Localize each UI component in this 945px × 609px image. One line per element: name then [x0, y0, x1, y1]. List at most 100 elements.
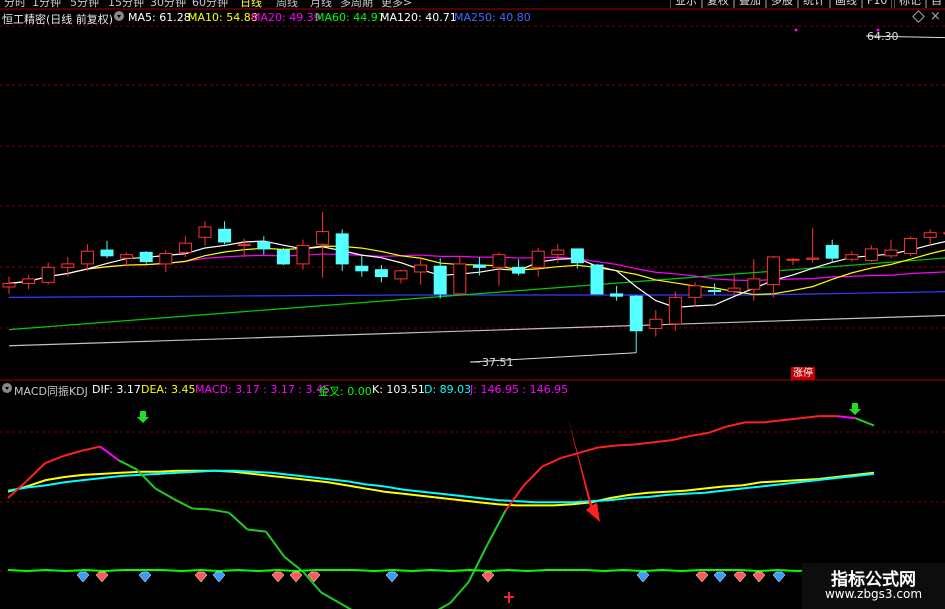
candle-body-10: [198, 226, 212, 238]
cross-marker-icon: [504, 592, 514, 603]
candle-body-21: [414, 264, 428, 273]
j-line-seg-6: [118, 459, 138, 471]
j-line-seg-30: [560, 451, 580, 460]
candle-body-13: [257, 241, 271, 250]
grid: [0, 8, 945, 572]
gem-icon-15: [772, 571, 786, 583]
j-line-seg-4: [81, 445, 101, 452]
candle-body-31: [610, 293, 624, 297]
candle-body-41: [806, 257, 820, 260]
j-line-seg-31: [578, 446, 598, 454]
candle-body-18: [355, 265, 369, 272]
high-price-label: 64.30: [867, 30, 899, 43]
candle-body-44: [864, 248, 878, 261]
candle-body-30: [590, 264, 604, 295]
gem-icon-0: [76, 571, 90, 583]
gem-icon-8: [385, 571, 399, 583]
gem-icon-2: [138, 571, 152, 583]
gem-icon-9: [481, 571, 495, 583]
j-line-seg-26: [486, 510, 507, 546]
candle-body-6: [120, 254, 134, 259]
candle-body-46: [904, 238, 918, 255]
j-line-seg-14: [265, 531, 286, 558]
watermark-url: www.zbgs3.com: [824, 587, 923, 601]
candles: [2, 28, 945, 363]
candle-body-34: [668, 296, 682, 325]
j-line-seg-39: [726, 421, 746, 428]
j-line-seg-17: [320, 591, 341, 604]
red-arrow-icon: [568, 418, 600, 522]
candle-body-40: [786, 258, 800, 261]
candle-body-32: [629, 295, 643, 332]
j-line-seg-1: [25, 462, 46, 482]
j-line-seg-13: [247, 528, 267, 533]
candle-body-33: [649, 318, 663, 329]
ma250-line: [8, 291, 945, 298]
candle-body-5: [100, 249, 114, 257]
j-line-seg-37: [689, 431, 709, 438]
low-price-label: 37.51: [482, 356, 514, 369]
candle-body-15: [296, 244, 310, 265]
candle-body-39: [766, 256, 780, 286]
gem-icon-13: [733, 571, 747, 583]
signal-markers: [76, 403, 861, 603]
candle-body-16: [316, 231, 330, 245]
gem-icon-5: [271, 571, 285, 583]
candle-body-28: [551, 249, 565, 256]
j-line-seg-35: [652, 439, 672, 444]
candle-body-14: [276, 249, 290, 265]
j-line-seg-2: [44, 455, 64, 465]
down-arrow-icon-1: [137, 411, 149, 423]
gem-icon-11: [695, 571, 709, 583]
j-line-seg-28: [523, 465, 544, 487]
candle-body-2: [41, 266, 55, 283]
ma-lines: [8, 240, 945, 347]
gem-icon-10: [636, 571, 650, 583]
j-line-seg-12: [228, 511, 249, 531]
limit-up-badge: 涨停: [791, 367, 815, 380]
candle-body-47: [923, 232, 937, 238]
ma10-line: [8, 245, 945, 296]
candle-body-26: [512, 266, 526, 274]
gem-icon-4: [212, 571, 226, 583]
candle-body-38: [747, 278, 761, 290]
candle-body-11: [218, 228, 232, 243]
j-line-seg-5: [99, 445, 120, 462]
j-line-seg-38: [707, 425, 727, 434]
j-line-seg-10: [192, 507, 211, 511]
candle-body-35: [688, 285, 702, 298]
j-line-seg-24: [449, 581, 470, 604]
candle-body-27: [531, 250, 545, 268]
j-line-seg-9: [173, 498, 193, 510]
j-line-seg-41: [763, 419, 782, 424]
candle-body-42: [825, 244, 839, 259]
j-line-seg-43: [800, 415, 819, 420]
candle-body-9: [178, 242, 192, 253]
j-line-seg-3: [63, 449, 82, 457]
watermark: 指标公式网 www.zbgs3.com: [802, 563, 945, 609]
j-line-seg-34: [634, 441, 654, 446]
j-line-seg-8: [154, 487, 175, 500]
candle-body-4: [80, 250, 94, 265]
indicator-lines: [7, 415, 875, 609]
ma5-line: [8, 240, 945, 309]
candle-body-24: [472, 264, 486, 268]
j-line-seg-29: [541, 457, 562, 468]
top-dot-1: [794, 28, 798, 32]
candle-body-43: [845, 254, 859, 260]
candle-body-29: [570, 248, 584, 264]
stock-chart[interactable]: 64.30 37.51: [0, 0, 945, 609]
candle-body-20: [394, 270, 408, 280]
gem-icon-14: [752, 571, 766, 583]
candle-body-25: [492, 254, 506, 268]
j-line-seg-18: [339, 602, 353, 609]
candle-body-23: [453, 263, 467, 295]
candle-body-19: [374, 269, 388, 278]
j-line-seg-45: [837, 415, 856, 420]
gem-icon-1: [95, 571, 109, 583]
j-line-seg-33: [615, 443, 635, 447]
candle-body-7: [139, 251, 153, 263]
j-line-seg-32: [597, 444, 617, 449]
candle-body-37: [727, 287, 741, 293]
down-arrow-icon-2: [849, 403, 861, 415]
